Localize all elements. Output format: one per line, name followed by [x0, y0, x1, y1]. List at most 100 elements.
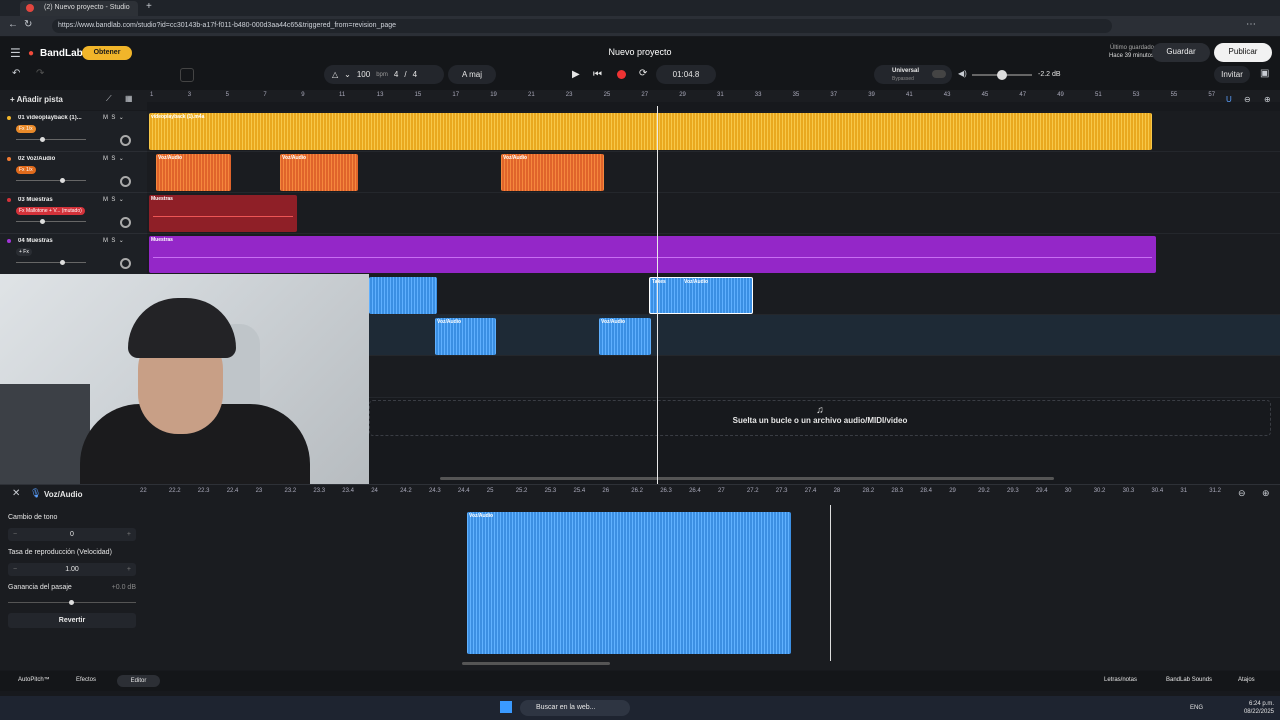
save-button[interactable]: Guardar	[1152, 43, 1210, 62]
track-volume-slider[interactable]	[16, 180, 86, 181]
track-name[interactable]: 03 Muestras	[18, 197, 84, 203]
track-volume-thumb[interactable]	[40, 137, 45, 142]
audio-clip[interactable]: Voz/Audio	[156, 154, 231, 191]
magic-tool-icon[interactable]: ⟋	[106, 95, 112, 103]
language-indicator[interactable]: ENG	[1190, 705, 1203, 711]
obtain-button[interactable]: Obtener	[82, 46, 132, 60]
redo-icon[interactable]: ↷	[36, 69, 44, 79]
revert-button[interactable]: Revertir	[8, 613, 136, 628]
track-name[interactable]: 04 Muestras	[18, 238, 84, 244]
lyrics-button[interactable]: Letras/notas	[1104, 677, 1137, 683]
clock[interactable]: 6:24 p.m. 08/22/2025	[1234, 700, 1274, 716]
mute-solo[interactable]: M S ⌄	[103, 155, 124, 162]
audio-clip-voz[interactable]: Voz/Audio	[435, 318, 496, 355]
track-name[interactable]: 01 videoplayback (1)...	[18, 115, 84, 121]
time-sig-den[interactable]: 4	[413, 70, 417, 79]
master-volume-thumb[interactable]	[997, 70, 1007, 80]
effects-button[interactable]: Efectos	[76, 677, 96, 683]
snap-icon[interactable]: U	[1226, 96, 1232, 104]
url-input[interactable]: https://www.bandlab.com/studio?id=cc3014…	[52, 19, 1112, 33]
new-tab-icon[interactable]: +	[146, 2, 152, 12]
audio-clip-voz[interactable]	[369, 277, 437, 314]
track-lane[interactable]: Muestras	[147, 234, 1280, 275]
play-icon[interactable]: ▶	[572, 69, 580, 80]
pan-knob[interactable]	[120, 258, 131, 269]
mute-solo[interactable]: M S ⌄	[103, 196, 124, 203]
chevron-down-icon[interactable]: ⌄	[119, 115, 124, 121]
track-fx-badge[interactable]: Fx 1/x	[16, 166, 36, 174]
playhead[interactable]	[657, 106, 658, 484]
editor-ruler[interactable]: 22 22.2 22.3 22.4 23 23.2 23.3 23.4 24 24.2 24.3 24…	[140, 484, 1230, 500]
pan-knob[interactable]	[120, 135, 131, 146]
mute-button[interactable]: M	[103, 115, 108, 121]
back-icon[interactable]: ←	[8, 20, 18, 30]
universal-toggle[interactable]: Universal Bypassed	[874, 65, 952, 84]
key-selector[interactable]: A maj	[448, 65, 496, 84]
solo-button[interactable]: S	[111, 156, 115, 162]
pitch-stepper[interactable]: − 0 +	[8, 528, 136, 541]
toggle-switch[interactable]	[932, 70, 946, 78]
bpm-value[interactable]: 100	[357, 70, 370, 79]
pitch-value[interactable]: 0	[70, 531, 74, 538]
chevron-down-icon[interactable]: ⌄	[119, 197, 124, 203]
invite-button[interactable]: Invitar	[1214, 66, 1250, 83]
chevron-down-icon[interactable]: ⌄	[119, 156, 124, 162]
audio-clip[interactable]: videoplayback (1).m4a	[149, 113, 1152, 150]
audio-clip-takes[interactable]: Takes Voz/Audio	[649, 277, 753, 314]
close-icon[interactable]: ✕	[12, 489, 20, 499]
chevron-down-icon[interactable]: ⌄	[119, 238, 124, 244]
audio-clip[interactable]: Muestras	[149, 195, 297, 232]
audio-clip[interactable]: Voz/Audio	[280, 154, 358, 191]
metronome-icon[interactable]: △	[332, 70, 338, 79]
editor-waveform-clip[interactable]: Voz/Audio	[467, 512, 791, 654]
windows-start-icon[interactable]	[500, 701, 512, 713]
timeline-ruler[interactable]: 1 3 5 7 9 11 13 15 17 19 21 23 25 27 29 31 33 35 37 39 41 43 4…	[147, 90, 1280, 102]
rate-stepper[interactable]: − 1.00 +	[8, 563, 136, 576]
pan-knob[interactable]	[120, 217, 131, 228]
chevron-down-icon[interactable]: ⌄	[344, 70, 351, 79]
track-fx-badge[interactable]: Fx Mallotone + V... (mutado)	[16, 207, 85, 215]
solo-button[interactable]: S	[111, 197, 115, 203]
record-icon[interactable]	[617, 70, 626, 79]
zoom-in-icon[interactable]: ⊕	[1264, 96, 1271, 104]
track-volume-slider[interactable]	[16, 262, 86, 263]
time-sig-num[interactable]: 4	[394, 70, 398, 79]
mute-solo[interactable]: M S ⌄	[103, 114, 124, 121]
project-title[interactable]: Nuevo proyecto	[560, 47, 720, 57]
add-track-button[interactable]: + Añadir pista	[10, 95, 63, 104]
track-volume-thumb[interactable]	[40, 219, 45, 224]
track-volume-slider[interactable]	[16, 221, 86, 222]
publish-button[interactable]: Publicar	[1214, 43, 1272, 62]
track-volume-slider[interactable]	[16, 139, 86, 140]
track-volume-thumb[interactable]	[60, 178, 65, 183]
editor-end-marker[interactable]	[830, 505, 831, 661]
track-name[interactable]: 02 Voz/Audio	[18, 156, 84, 162]
horizontal-scrollbar[interactable]	[440, 477, 1054, 480]
browser-tab[interactable]: (2) Nuevo proyecto - Studio	[20, 1, 138, 16]
speaker-icon[interactable]: ◀)	[958, 70, 967, 78]
track-lane[interactable]: videoplayback (1).m4a	[147, 111, 1280, 152]
mute-button[interactable]: M	[103, 156, 108, 162]
track-header[interactable]: 02 Voz/Audio Fx 1/x M S ⌄	[0, 152, 147, 193]
solo-button[interactable]: S	[111, 238, 115, 244]
track-header[interactable]: 01 videoplayback (1)... Fx 1/x M S ⌄	[0, 111, 147, 152]
shortcuts-button[interactable]: Atajos	[1238, 677, 1255, 683]
track-fx-badge[interactable]: + Fx	[16, 248, 32, 256]
track-lane[interactable]: Muestras	[147, 193, 1280, 234]
mute-button[interactable]: M	[103, 197, 108, 203]
pan-knob[interactable]	[120, 176, 131, 187]
solo-button[interactable]: S	[111, 115, 115, 121]
taskbar-search[interactable]: Buscar en la web...	[520, 700, 630, 716]
drop-zone[interactable]: ♫ Suelta un bucle o un archivo audio/MID…	[369, 400, 1271, 436]
loop-icon[interactable]: ⟳	[639, 68, 647, 79]
tempo-control[interactable]: △ ⌄ 100 bpm 4 / 4	[324, 65, 444, 84]
audio-clip-voz[interactable]: Voz/Audio	[599, 318, 651, 355]
minus-icon[interactable]: −	[13, 528, 17, 541]
audio-clip[interactable]: Muestras	[149, 236, 1156, 273]
reload-icon[interactable]: ↻	[24, 20, 32, 30]
track-header[interactable]: 03 Muestras Fx Mallotone + V... (mutado)…	[0, 193, 147, 234]
gift-icon[interactable]: ▣	[1260, 69, 1269, 79]
menu-dots-icon[interactable]: ⋯	[1246, 20, 1256, 30]
bandlab-sounds-button[interactable]: BandLab Sounds	[1166, 677, 1212, 683]
zoom-out-icon[interactable]: ⊖	[1238, 489, 1246, 498]
